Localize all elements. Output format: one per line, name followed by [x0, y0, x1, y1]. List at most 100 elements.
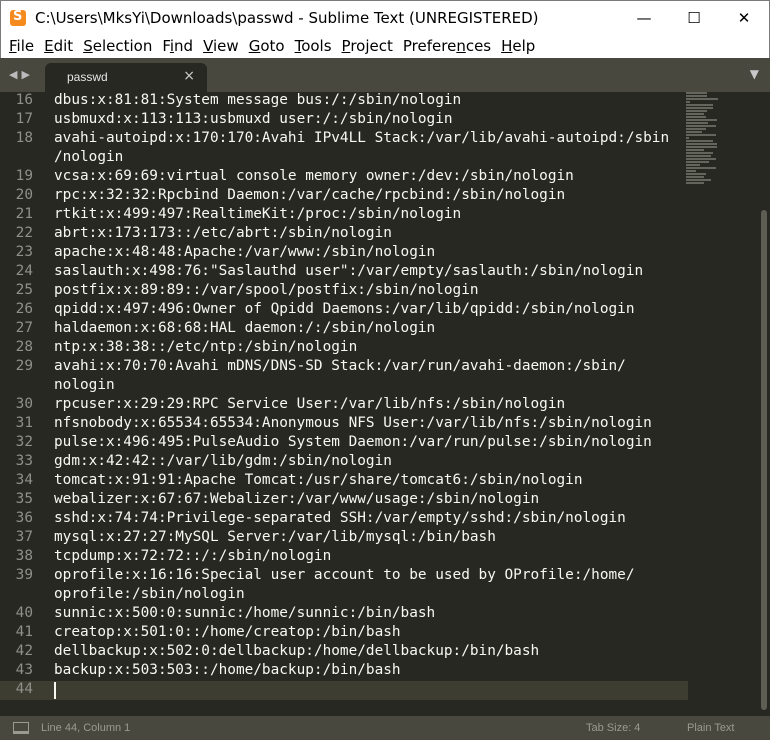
code-line[interactable]: usbmuxd:x:113:113:usbmuxd user:/:/sbin/n…: [54, 111, 684, 130]
line-number: 44: [15, 681, 33, 697]
code-line[interactable]: rtkit:x:499:497:RealtimeKit:/proc:/sbin/…: [54, 206, 684, 225]
menu-item-find[interactable]: Find: [157, 37, 198, 55]
tab-bar: ◀▶ passwd × ▼: [0, 58, 770, 92]
line-number: 37: [15, 529, 33, 545]
code-line[interactable]: pulse:x:496:495:PulseAudio System Daemon…: [54, 434, 684, 453]
scrollbar-thumb[interactable]: [761, 210, 767, 710]
line-number: 35: [15, 491, 33, 507]
code-line[interactable]: qpidd:x:497:496:Owner of Qpidd Daemons:/…: [54, 301, 684, 320]
minimap-line: [686, 131, 702, 133]
tab-size-indicator[interactable]: Tab Size: 4: [586, 722, 640, 734]
minimap-line: [686, 146, 717, 148]
code-line[interactable]: oprofile:x:16:16:Special user account to…: [54, 567, 684, 586]
cursor-position: Line 44, Column 1: [41, 722, 131, 734]
code-line[interactable]: tomcat:x:91:91:Apache Tomcat:/usr/share/…: [54, 472, 684, 491]
tab-close-icon[interactable]: ×: [183, 68, 195, 84]
code-line[interactable]: sshd:x:74:74:Privilege-separated SSH:/va…: [54, 510, 684, 529]
line-number: 43: [15, 662, 33, 678]
menu-bar: File Edit Selection Find View Goto Tools Projec…: [0, 34, 770, 58]
line-number: 24: [15, 263, 33, 279]
minimap-line: [686, 95, 707, 97]
code-line[interactable]: dellbackup:x:502:0:dellbackup:/home/dell…: [54, 643, 684, 662]
menu-item-view[interactable]: View: [198, 37, 244, 55]
minimap-line: [686, 167, 716, 169]
line-number: 33: [15, 453, 33, 469]
tab-passwd[interactable]: passwd ×: [45, 63, 207, 92]
minimap-line: [686, 152, 713, 154]
editor-area[interactable]: 16 17 18 19 20 21 22 23 24 25 26 27 28 29 30 31 32 33 34 35…: [0, 92, 770, 716]
text-cursor: [54, 682, 56, 699]
code-line[interactable]: avahi:x:70:70:Avahi mDNS/DNS-SD Stack:/v…: [54, 358, 684, 377]
minimap-line: [686, 173, 706, 175]
minimap-line: [686, 143, 717, 145]
menu-item-selection[interactable]: Selection: [78, 37, 157, 55]
minimize-button[interactable]: —: [619, 1, 669, 35]
line-number: 34: [15, 472, 33, 488]
title-bar: C:\Users\MksYi\Downloads\passwd - Sublim…: [0, 0, 770, 34]
line-number: 20: [15, 187, 33, 203]
tab-nav-arrows-icon[interactable]: ◀▶: [9, 68, 34, 81]
line-number: [0, 149, 44, 168]
code-line[interactable]: haldaemon:x:68:68:HAL daemon:/:/sbin/nol…: [54, 320, 684, 339]
line-number-gutter: 16 17 18 19 20 21 22 23 24 25 26 27 28 29 30 31 32 33 34 35…: [0, 92, 44, 700]
code-line[interactable]: [54, 681, 684, 700]
code-line[interactable]: creatop:x:501:0::/home/creatop:/bin/bash: [54, 624, 684, 643]
code-line[interactable]: ntp:x:38:38::/etc/ntp:/sbin/nologin: [54, 339, 684, 358]
line-number: 26: [15, 301, 33, 317]
minimap-line: [686, 122, 708, 124]
code-line[interactable]: webalizer:x:67:67:Webalizer:/var/www/usa…: [54, 491, 684, 510]
code-line[interactable]: avahi-autoipd:x:170:170:Avahi IPv4LL Sta…: [54, 130, 684, 149]
code-line[interactable]: tcpdump:x:72:72::/:/sbin/nologin: [54, 548, 684, 567]
code-line[interactable]: /nologin: [54, 149, 684, 168]
code-line[interactable]: gdm:x:42:42::/var/lib/gdm:/sbin/nologin: [54, 453, 684, 472]
line-number: 23: [15, 244, 33, 260]
line-number: [0, 377, 44, 396]
minimap-line: [686, 137, 689, 139]
line-number: 32: [15, 434, 33, 450]
minimap-line: [686, 176, 704, 178]
minimap-line: [686, 101, 690, 103]
syntax-indicator[interactable]: Plain Text: [687, 722, 735, 734]
menu-item-project[interactable]: Project: [337, 37, 398, 55]
menu-item-goto[interactable]: Goto: [244, 37, 290, 55]
line-number: 19: [15, 168, 33, 184]
code-line[interactable]: nfsnobody:x:65534:65534:Anonymous NFS Us…: [54, 415, 684, 434]
line-number: 21: [15, 206, 33, 222]
minimap-line: [686, 164, 700, 166]
code-line[interactable]: vcsa:x:69:69:virtual console memory owne…: [54, 168, 684, 187]
code-line[interactable]: rpc:x:32:32:Rpcbind Daemon:/var/cache/rp…: [54, 187, 684, 206]
line-number: 27: [15, 320, 33, 336]
line-number: 40: [15, 605, 33, 621]
code-line[interactable]: nologin: [54, 377, 684, 396]
menu-item-help[interactable]: Help: [496, 37, 540, 55]
code-line[interactable]: sunnic:x:500:0:sunnic:/home/sunnic:/bin/…: [54, 605, 684, 624]
minimap-line: [686, 107, 713, 109]
menu-item-preferences[interactable]: Preferences: [398, 37, 496, 55]
code-line[interactable]: saslauth:x:498:76:"Saslauthd user":/var/…: [54, 263, 684, 282]
menu-item-edit[interactable]: Edit: [39, 37, 78, 55]
code-line[interactable]: backup:x:503:503::/home/backup:/bin/bash: [54, 662, 684, 681]
minimap-line: [686, 128, 706, 130]
code-line[interactable]: oprofile:/sbin/nologin: [54, 586, 684, 605]
code-line[interactable]: mysql:x:27:27:MySQL Server:/var/lib/mysq…: [54, 529, 684, 548]
menu-item-tools[interactable]: Tools: [290, 37, 337, 55]
code-line[interactable]: rpcuser:x:29:29:RPC Service User:/var/li…: [54, 396, 684, 415]
minimap-line: [686, 179, 711, 181]
code-line[interactable]: abrt:x:173:173::/etc/abrt:/sbin/nologin: [54, 225, 684, 244]
vertical-scrollbar[interactable]: [756, 92, 770, 716]
panel-toggle-icon[interactable]: [13, 722, 29, 734]
window-controls: — ☐ ✕: [619, 1, 769, 35]
line-number: 28: [15, 339, 33, 355]
minimap-line: [686, 98, 718, 100]
code-line[interactable]: dbus:x:81:81:System message bus:/:/sbin/…: [54, 92, 684, 111]
close-button[interactable]: ✕: [719, 1, 769, 35]
tab-list-dropdown-icon[interactable]: ▼: [750, 67, 759, 81]
code-text[interactable]: dbus:x:81:81:System message bus:/:/sbin/…: [54, 92, 684, 700]
sublime-text-icon[interactable]: [10, 9, 26, 26]
maximize-button[interactable]: ☐: [669, 1, 719, 35]
code-line[interactable]: apache:x:48:48:Apache:/var/www:/sbin/nol…: [54, 244, 684, 263]
menu-item-file[interactable]: File: [4, 37, 39, 55]
minimap-line: [686, 119, 717, 121]
minimap[interactable]: [686, 92, 756, 716]
code-line[interactable]: postfix:x:89:89::/var/spool/postfix:/sbi…: [54, 282, 684, 301]
